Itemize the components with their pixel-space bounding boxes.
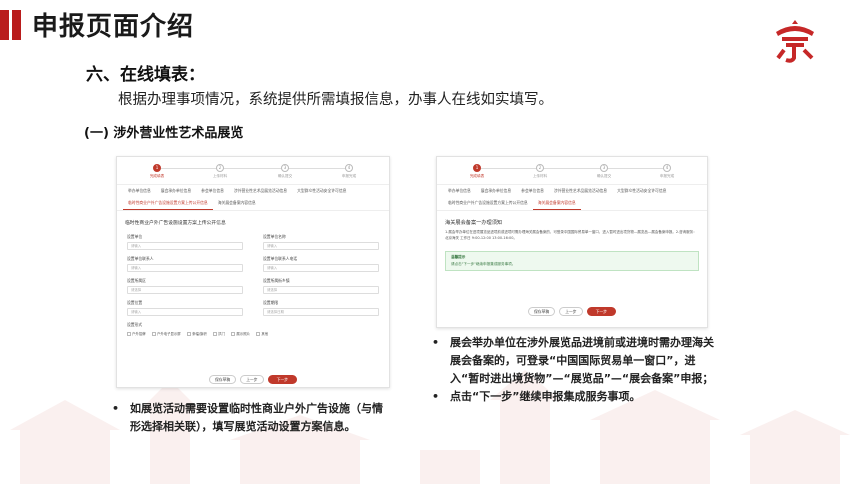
checkbox-photo[interactable]: 展示照片 <box>231 331 250 336</box>
input-contact-phone[interactable]: 请输入 <box>263 264 379 272</box>
tab-participant[interactable]: 参会单位信息 <box>516 185 549 197</box>
form-tabs: 举办单位信息 展会承办单位信息 参会单位信息 涉外营业性艺术品展览活动信息 大型… <box>437 185 707 211</box>
tip-body: 请点击"下一步"继续申报集成服务事项。 <box>451 262 516 266</box>
tab-safety-permit[interactable]: 大型群众性活动安全许可信息 <box>612 185 671 197</box>
tab-customs[interactable]: 海关展会备案内容信息 <box>213 197 261 210</box>
form-screenshot-left: 1 完成填表 2 上传材料 3 确认提交 4 申报完成 举办单位信息 展会承办单位信息 … <box>116 156 390 388</box>
next-step-button[interactable]: 下一步 <box>586 307 616 316</box>
select-street[interactable]: 请选择 <box>263 286 379 294</box>
field-street: 设置所属街乡镇 请选择 <box>263 278 379 294</box>
field-contact: 设置单位联系人 请输入 <box>127 256 243 272</box>
form-buttons: 保存草稿 上一步 下一步 <box>117 375 389 384</box>
tab-art-exhibition[interactable]: 涉外营业性艺术品展览活动信息 <box>229 185 292 197</box>
step-2: 2 上传材料 <box>212 164 228 178</box>
form-title: 临时性商业户外广告设施设置方案上传公开信息 <box>125 221 226 226</box>
step-line <box>477 168 667 169</box>
step-3: 3 确认提交 <box>277 164 293 178</box>
tab-undertaker[interactable]: 展会承办单位信息 <box>156 185 196 197</box>
select-district[interactable]: 请选择 <box>127 286 243 294</box>
tab-safety-permit[interactable]: 大型群众性活动安全许可信息 <box>292 185 351 197</box>
field-location: 设置位置 请输入 <box>127 300 243 316</box>
form-screenshot-right: 1 完成填表 2 上传材料 3 确认提交 4 申报完成 举办单位信息 展会承办单位信息 … <box>436 156 708 328</box>
field-district: 设置所属区 请选择 <box>127 278 243 294</box>
checkbox-led[interactable]: 户外电子显示屏 <box>151 331 181 336</box>
prev-step-button[interactable]: 上一步 <box>559 307 583 316</box>
tab-customs[interactable]: 海关展会备案内容信息 <box>532 197 581 210</box>
field-unit: 设置单位 请输入 <box>127 234 243 250</box>
step-4: 4 申报完成 <box>341 164 357 178</box>
input-unit-name[interactable]: 请输入 <box>263 242 379 250</box>
checkbox-banner[interactable]: 条幅/旗帜 <box>187 331 207 336</box>
step-1: 1 完成填表 <box>469 164 485 178</box>
subsection-title: (一) 涉外营业性艺术品展览 <box>84 126 244 141</box>
step-line <box>157 168 349 169</box>
page-title: 申报页面介绍 <box>32 12 195 42</box>
bullet-list-left: 如展览活动需要设置临时性商业户外广告设施（与情形选择相关联），填写展览活动设置方… <box>112 400 392 436</box>
step-2: 2 上传材料 <box>532 164 548 178</box>
section-title: 六、在线填表： <box>86 65 205 85</box>
next-step-button[interactable]: 下一步 <box>267 375 297 384</box>
date-period[interactable]: 请选择日期 <box>263 308 379 316</box>
setting-form-checks: 设置形式 户外招牌 户外电子显示屏 条幅/旗帜 拱门 展示照片 其他 <box>127 322 269 336</box>
tab-outdoor-ad[interactable]: 临时性商业户外广告设施设置方案上传公开信息 <box>123 197 213 210</box>
step-3: 3 确认提交 <box>596 164 612 178</box>
input-contact[interactable]: 请输入 <box>127 264 243 272</box>
notice-body: 1.展会举办单位在进境展览品进境前或进境时需办理海关展会备案的，可登录中国国际贸… <box>445 230 697 240</box>
bullet-item: 展会举办单位在涉外展览品进境前或进境时需办理海关展会备案的，可登录“中国国际贸易… <box>432 334 722 388</box>
checkbox-other[interactable]: 其他 <box>256 331 268 336</box>
tab-undertaker[interactable]: 展会承办单位信息 <box>476 185 516 197</box>
title-accent-bar <box>0 10 9 40</box>
form-tabs: 举办单位信息 展会承办单位信息 参会单位信息 涉外营业性艺术品展览活动信息 大型… <box>117 185 389 211</box>
step-progress: 1 完成填表 2 上传材料 3 确认提交 4 申报完成 <box>437 157 707 185</box>
logo-icon <box>776 20 814 63</box>
input-unit[interactable]: 请输入 <box>127 242 243 250</box>
checkbox-sign[interactable]: 户外招牌 <box>127 331 146 336</box>
tab-organizer[interactable]: 举办单位信息 <box>123 185 156 197</box>
bullet-item: 如展览活动需要设置临时性商业户外广告设施（与情形选择相关联），填写展览活动设置方… <box>112 400 392 436</box>
form-buttons: 保存草稿 上一步 下一步 <box>437 307 707 316</box>
tab-organizer[interactable]: 举办单位信息 <box>443 185 476 197</box>
tab-outdoor-ad[interactable]: 临时性商业户外广告设施设置方案上传公开信息 <box>443 197 533 210</box>
tab-participant[interactable]: 参会单位信息 <box>196 185 229 197</box>
tip-box: 温馨提示 请点击"下一步"继续申报集成服务事项。 <box>445 251 699 271</box>
tab-art-exhibition[interactable]: 涉外营业性艺术品展览活动信息 <box>549 185 612 197</box>
bullet-item: 点击“下一步”继续申报集成服务事项。 <box>432 388 722 406</box>
title-accent-bar-2 <box>12 10 21 40</box>
field-period: 设置期限 请选择日期 <box>263 300 379 316</box>
save-draft-button[interactable]: 保存草稿 <box>528 307 556 316</box>
section-description: 根据办理事项情况，系统提供所需填报信息，办事人在线如实填写。 <box>118 92 553 108</box>
step-1: 1 完成填表 <box>149 164 165 178</box>
step-4: 4 申报完成 <box>659 164 675 178</box>
prev-step-button[interactable]: 上一步 <box>240 375 264 384</box>
field-unit-name: 设置单位名称 请输入 <box>263 234 379 250</box>
save-draft-button[interactable]: 保存草稿 <box>209 375 237 384</box>
field-contact-phone: 设置单位联系人电话 请输入 <box>263 256 379 272</box>
step-progress: 1 完成填表 2 上传材料 3 确认提交 4 申报完成 <box>117 157 389 185</box>
form-grid: 设置单位 请输入 设置单位名称 请输入 设置单位联系人 请输入 设置单位联系人电话 请输… <box>117 230 389 320</box>
bullet-list-right: 展会举办单位在涉外展览品进境前或进境时需办理海关展会备案的，可登录“中国国际贸易… <box>432 334 722 406</box>
checkbox-arch[interactable]: 拱门 <box>213 331 225 336</box>
input-location[interactable]: 请输入 <box>127 308 243 316</box>
tip-title: 温馨提示 <box>451 255 466 259</box>
notice-title: 海关展会备案一办理须知 <box>445 220 503 226</box>
